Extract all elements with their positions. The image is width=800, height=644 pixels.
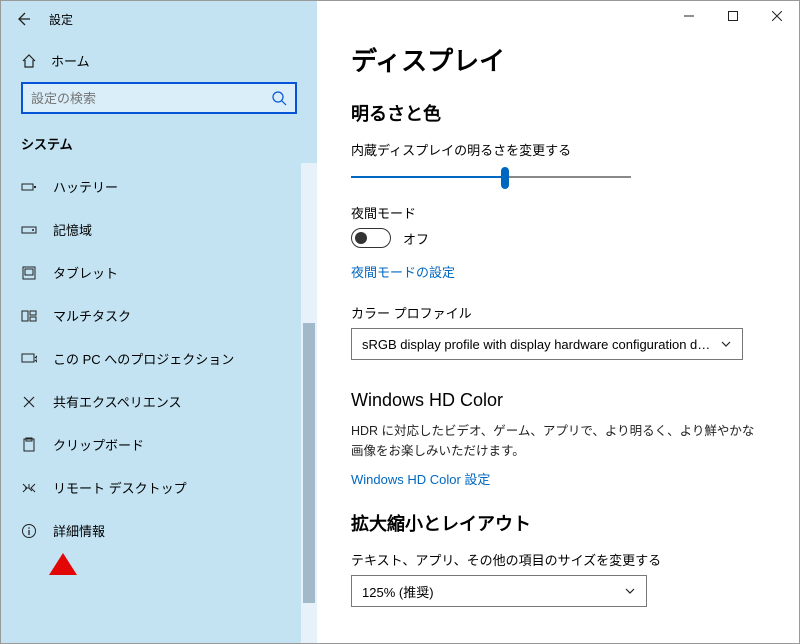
nightlight-label: 夜間モード xyxy=(351,203,765,222)
minimize-button[interactable] xyxy=(667,1,711,31)
maximize-icon xyxy=(728,11,738,21)
sidebar-item-about[interactable]: 詳細情報 xyxy=(1,509,317,552)
settings-window: 設定 ホーム システム ハッテリー 記憶域 xyxy=(1,1,799,643)
chevron-down-icon xyxy=(720,338,732,350)
home-icon xyxy=(21,53,37,69)
tablet-icon xyxy=(21,265,37,281)
sidebar-item-battery[interactable]: ハッテリー xyxy=(1,165,317,208)
arrow-left-icon xyxy=(15,11,31,27)
info-icon xyxy=(21,523,37,539)
sidebar-item-multitask[interactable]: マルチタスク xyxy=(1,294,317,337)
sidebar-item-tablet[interactable]: タブレット xyxy=(1,251,317,294)
search-input[interactable] xyxy=(31,91,271,106)
colorprofile-value: sRGB display profile with display hardwa… xyxy=(362,337,720,352)
battery-icon xyxy=(21,179,37,195)
projection-icon xyxy=(21,351,37,367)
multitask-icon xyxy=(21,308,37,324)
scale-label: テキスト、アプリ、その他の項目のサイズを変更する xyxy=(351,550,765,569)
section-scale-layout: 拡大縮小とレイアウト xyxy=(351,510,765,536)
scale-dropdown[interactable]: 125% (推奨) xyxy=(351,575,647,607)
main: ディスプレイ 明るさと色 内蔵ディスプレイの明るさを変更する 夜間モード オフ … xyxy=(317,1,799,643)
nav-label: この PC へのプロジェクション xyxy=(53,349,234,368)
annotation-red-triangle xyxy=(49,553,77,575)
sidebar-item-projection[interactable]: この PC へのプロジェクション xyxy=(1,337,317,380)
close-icon xyxy=(772,11,782,21)
hdcolor-link[interactable]: Windows HD Color 設定 xyxy=(351,469,490,488)
scrollbar-thumb[interactable] xyxy=(303,323,315,603)
chevron-down-icon xyxy=(624,585,636,597)
page-title: ディスプレイ xyxy=(351,41,765,78)
sidebar: 設定 ホーム システム ハッテリー 記憶域 xyxy=(1,1,317,643)
search-wrap xyxy=(1,82,317,128)
sidebar-scrollbar[interactable] xyxy=(301,163,317,643)
nightlight-toggle[interactable] xyxy=(351,228,391,248)
colorprofile-label: カラー プロファイル xyxy=(351,303,765,322)
section-brightness-color: 明るさと色 xyxy=(351,100,765,126)
minimize-icon xyxy=(684,11,694,21)
nightlight-settings-link[interactable]: 夜間モードの設定 xyxy=(351,262,455,281)
nav-label: マルチタスク xyxy=(53,306,131,325)
sidebar-item-remote-desktop[interactable]: リモート デスクトップ xyxy=(1,466,317,509)
clipboard-icon xyxy=(21,437,37,453)
remote-desktop-icon xyxy=(21,480,37,496)
nav-label: 記憶域 xyxy=(53,220,92,239)
brightness-label: 内蔵ディスプレイの明るさを変更する xyxy=(351,140,765,159)
scale-value: 125% (推奨) xyxy=(362,582,624,601)
titlebar-left: 設定 xyxy=(1,1,317,37)
brightness-slider[interactable] xyxy=(351,165,631,189)
nav-label: ハッテリー xyxy=(53,177,118,196)
maximize-button[interactable] xyxy=(711,1,755,31)
content: ディスプレイ 明るさと色 内蔵ディスプレイの明るさを変更する 夜間モード オフ … xyxy=(317,37,799,643)
sidebar-item-shared[interactable]: 共有エクスペリエンス xyxy=(1,380,317,423)
nav-label: タブレット xyxy=(53,263,118,282)
search-icon xyxy=(271,90,287,106)
nav-label: 詳細情報 xyxy=(53,521,105,540)
sidebar-home[interactable]: ホーム xyxy=(1,37,317,82)
app-title: 設定 xyxy=(49,11,73,28)
nav-list: ハッテリー 記憶域 タブレット マルチタスク この PC へのプロジェクション xyxy=(1,163,317,552)
shared-icon xyxy=(21,394,37,410)
colorprofile-dropdown[interactable]: sRGB display profile with display hardwa… xyxy=(351,328,743,360)
nav-label: 共有エクスペリエンス xyxy=(53,392,181,411)
toggle-knob xyxy=(355,232,367,244)
nav-label: クリップボード xyxy=(53,435,144,454)
back-button[interactable] xyxy=(13,9,33,29)
close-button[interactable] xyxy=(755,1,799,31)
sidebar-group-label: システム xyxy=(1,128,317,163)
storage-icon xyxy=(21,222,37,238)
nav-label: リモート デスクトップ xyxy=(53,478,187,497)
slider-fill xyxy=(351,176,505,178)
sidebar-item-storage[interactable]: 記憶域 xyxy=(1,208,317,251)
nightlight-state: オフ xyxy=(403,229,429,248)
slider-thumb[interactable] xyxy=(501,167,509,189)
hdcolor-title: Windows HD Color xyxy=(351,390,765,411)
hdcolor-desc: HDR に対応したビデオ、ゲーム、アプリで、より明るく、より鮮やかな画像をお楽し… xyxy=(351,421,765,461)
sidebar-item-clipboard[interactable]: クリップボード xyxy=(1,423,317,466)
home-label: ホーム xyxy=(51,51,90,70)
titlebar-right xyxy=(317,1,799,37)
search-box[interactable] xyxy=(21,82,297,114)
